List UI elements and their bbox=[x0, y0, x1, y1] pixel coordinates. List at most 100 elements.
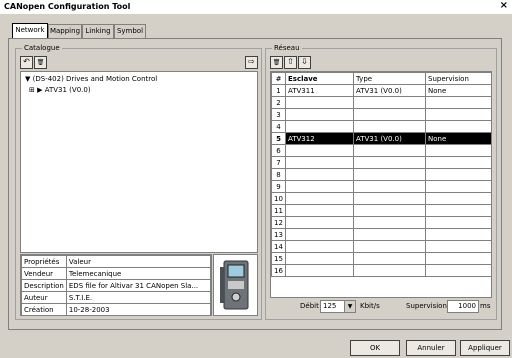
row-supervision[interactable] bbox=[425, 108, 491, 121]
row-supervision[interactable] bbox=[425, 252, 491, 265]
row-esclave[interactable]: ATV312 bbox=[285, 132, 354, 145]
table-row[interactable]: 15 bbox=[271, 252, 491, 265]
column-header-type[interactable]: Type bbox=[353, 72, 426, 85]
row-type[interactable] bbox=[353, 264, 426, 277]
apply-button[interactable]: Appliquer bbox=[460, 340, 510, 356]
title-bar: CANopen Configuration Tool × bbox=[0, 0, 512, 14]
row-supervision[interactable] bbox=[425, 144, 491, 157]
table-row[interactable]: 14 bbox=[271, 240, 491, 253]
network-delete-button[interactable]: 🗑 bbox=[270, 56, 283, 69]
column-header-esclave[interactable]: Esclave bbox=[285, 72, 354, 85]
move-down-button[interactable]: ⇩ bbox=[298, 56, 311, 69]
table-row[interactable]: 4 bbox=[271, 120, 491, 133]
row-esclave[interactable] bbox=[285, 192, 354, 205]
move-up-button[interactable]: ⇧ bbox=[284, 56, 297, 69]
tree-node-root[interactable]: ▼ (DS-402) Drives and Motion Control bbox=[25, 75, 157, 83]
table-row[interactable]: 7 bbox=[271, 156, 491, 169]
row-esclave[interactable]: ATV311 bbox=[285, 84, 354, 97]
properties-header-key: Propriétés bbox=[21, 255, 67, 268]
expand-plus-icon[interactable]: ⊞ bbox=[29, 86, 35, 94]
dropdown-arrow-icon[interactable]: ▼ bbox=[344, 301, 355, 312]
row-esclave[interactable] bbox=[285, 120, 354, 133]
row-supervision[interactable] bbox=[425, 264, 491, 277]
table-row[interactable]: 1 ATV311 ATV31 (V0.0) None bbox=[271, 84, 491, 97]
row-supervision[interactable] bbox=[425, 192, 491, 205]
row-supervision[interactable] bbox=[425, 240, 491, 253]
table-row[interactable]: 9 bbox=[271, 180, 491, 193]
row-type[interactable] bbox=[353, 144, 426, 157]
row-esclave[interactable] bbox=[285, 108, 354, 121]
debit-select[interactable]: 125 ▼ bbox=[320, 300, 356, 313]
row-type[interactable] bbox=[353, 204, 426, 217]
row-type[interactable]: ATV31 (V0.0) bbox=[353, 84, 426, 97]
row-type[interactable] bbox=[353, 120, 426, 133]
row-type[interactable] bbox=[353, 168, 426, 181]
row-esclave[interactable] bbox=[285, 144, 354, 157]
tree-node-atv31[interactable]: ⊞ ▶ ATV31 (V0.0) bbox=[29, 86, 91, 94]
catalogue-refresh-button[interactable]: ↶ bbox=[20, 56, 33, 69]
row-number: 11 bbox=[271, 204, 286, 217]
row-esclave[interactable] bbox=[285, 240, 354, 253]
debit-unit: Kbit/s bbox=[360, 302, 380, 310]
row-type[interactable]: ATV31 (V0.0) bbox=[353, 132, 426, 145]
row-type[interactable] bbox=[353, 108, 426, 121]
row-supervision[interactable] bbox=[425, 204, 491, 217]
row-type[interactable] bbox=[353, 216, 426, 229]
row-esclave[interactable] bbox=[285, 204, 354, 217]
table-row[interactable]: 16 bbox=[271, 264, 491, 277]
catalogue-tree[interactable]: ▼ (DS-402) Drives and Motion Control ⊞ ▶… bbox=[20, 71, 258, 253]
tab-linking[interactable]: Linking bbox=[82, 24, 114, 38]
row-supervision[interactable]: None bbox=[425, 132, 491, 145]
ok-button[interactable]: OK bbox=[350, 340, 400, 356]
tab-network[interactable]: Network bbox=[12, 23, 48, 39]
table-row[interactable]: 11 bbox=[271, 204, 491, 217]
table-row[interactable]: 10 bbox=[271, 192, 491, 205]
tab-symbol[interactable]: Symbol bbox=[114, 24, 146, 38]
add-to-network-button[interactable]: ⇨ bbox=[245, 56, 258, 69]
row-esclave[interactable] bbox=[285, 264, 354, 277]
row-type[interactable] bbox=[353, 192, 426, 205]
row-esclave[interactable] bbox=[285, 252, 354, 265]
row-type[interactable] bbox=[353, 252, 426, 265]
supervision-input[interactable]: 1000 bbox=[447, 300, 479, 313]
catalogue-delete-button[interactable]: 🗑 bbox=[34, 56, 47, 69]
row-type[interactable] bbox=[353, 180, 426, 193]
row-number: 2 bbox=[271, 96, 286, 109]
row-supervision[interactable] bbox=[425, 168, 491, 181]
row-supervision[interactable] bbox=[425, 228, 491, 241]
row-type[interactable] bbox=[353, 156, 426, 169]
table-row[interactable]: 6 bbox=[271, 144, 491, 157]
row-esclave[interactable] bbox=[285, 216, 354, 229]
table-row[interactable]: 2 bbox=[271, 96, 491, 109]
row-supervision[interactable] bbox=[425, 216, 491, 229]
table-row[interactable]: 13 bbox=[271, 228, 491, 241]
table-row[interactable]: 3 bbox=[271, 108, 491, 121]
row-esclave[interactable] bbox=[285, 96, 354, 109]
table-row[interactable]: 8 bbox=[271, 168, 491, 181]
table-row[interactable]: 5 ATV312 ATV31 (V0.0) None bbox=[271, 132, 491, 145]
column-header-supervision[interactable]: Supervision bbox=[425, 72, 491, 85]
row-type[interactable] bbox=[353, 228, 426, 241]
reseau-group: Réseau 🗑 ⇧ ⇩ # Esclave Type Supervision … bbox=[265, 44, 497, 320]
row-supervision[interactable] bbox=[425, 156, 491, 169]
row-esclave[interactable] bbox=[285, 168, 354, 181]
expanded-arrow-icon: ▼ bbox=[25, 75, 31, 83]
table-row[interactable]: 12 bbox=[271, 216, 491, 229]
row-type[interactable] bbox=[353, 240, 426, 253]
row-supervision[interactable] bbox=[425, 120, 491, 133]
row-supervision[interactable] bbox=[425, 96, 491, 109]
tab-mapping[interactable]: Mapping bbox=[48, 24, 82, 38]
row-number: 16 bbox=[271, 264, 286, 277]
row-supervision[interactable]: None bbox=[425, 84, 491, 97]
refresh-icon: ↶ bbox=[23, 57, 30, 66]
row-esclave[interactable] bbox=[285, 156, 354, 169]
row-esclave[interactable] bbox=[285, 180, 354, 193]
collapsed-arrow-icon: ▶ bbox=[37, 86, 43, 94]
row-number: 8 bbox=[271, 168, 286, 181]
row-esclave[interactable] bbox=[285, 228, 354, 241]
row-supervision[interactable] bbox=[425, 180, 491, 193]
cancel-button[interactable]: Annuler bbox=[406, 340, 456, 356]
row-type[interactable] bbox=[353, 96, 426, 109]
close-icon[interactable]: × bbox=[500, 0, 508, 11]
network-table-container: # Esclave Type Supervision 1 ATV311 ATV31 … bbox=[270, 71, 492, 298]
